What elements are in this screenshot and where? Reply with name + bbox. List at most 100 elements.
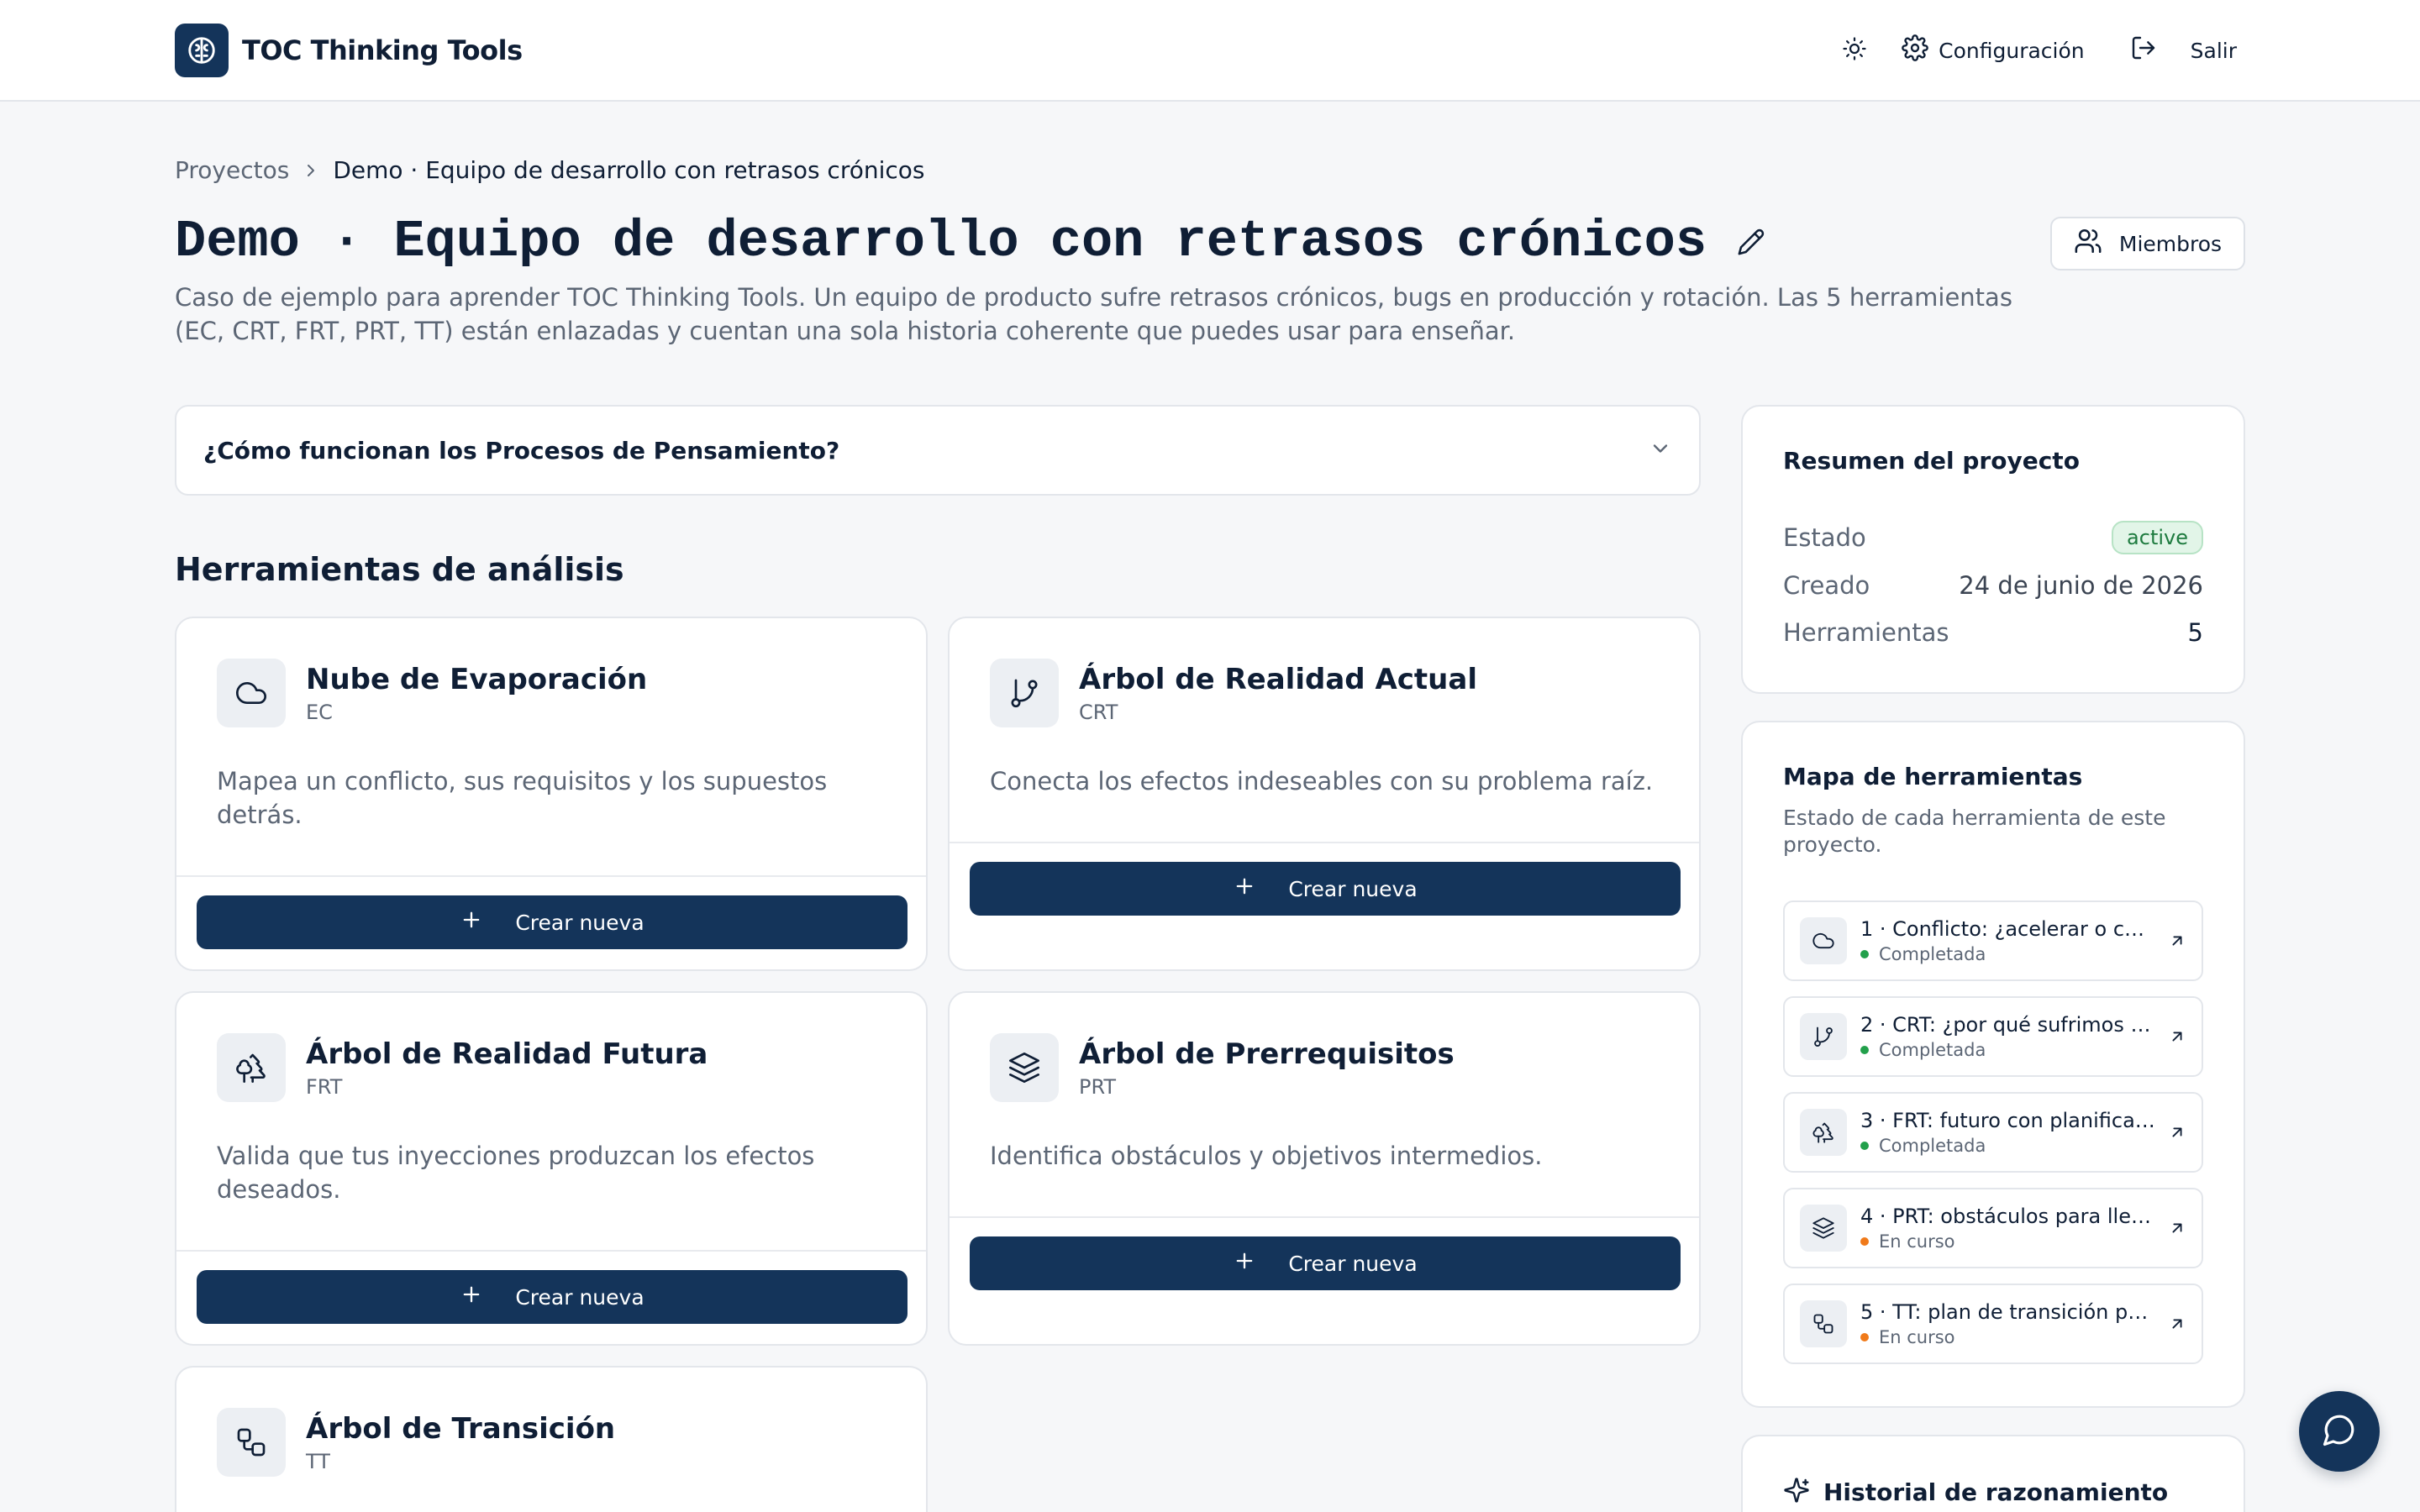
card-header: Árbol de Realidad Futura FRT — [217, 1033, 708, 1102]
chat-button[interactable] — [2299, 1391, 2380, 1472]
plus-icon — [1233, 874, 1256, 903]
how-it-works-accordion[interactable]: ¿Cómo funcionan los Procesos de Pensamie… — [175, 405, 1701, 496]
app-name: TOC Thinking Tools — [242, 34, 523, 66]
status-text: En curso — [1879, 1327, 1955, 1347]
create-new-button[interactable]: Crear nueva — [197, 1270, 908, 1324]
history-title: Historial de razonamiento — [1823, 1478, 2169, 1506]
status-dot — [1860, 950, 1869, 958]
tool-card-prt: Árbol de Prerrequisitos PRT Identifica o… — [948, 991, 1701, 1346]
tool-map-panel: Mapa de herramientas Estado de cada herr… — [1741, 721, 2245, 1408]
workflow-icon — [217, 1408, 286, 1477]
status-text: Completada — [1879, 1040, 1986, 1060]
breadcrumb-current: Demo · Equipo de desarrollo con retrasos… — [333, 156, 925, 184]
tools-count-label: Herramientas — [1783, 618, 1949, 647]
create-new-label: Crear nueva — [515, 910, 644, 935]
tool-map-item-title: 2 · CRT: ¿por qué sufrimos re... — [1860, 1013, 2156, 1037]
plus-icon — [460, 908, 483, 937]
tool-card-tt: Árbol de Transición TT — [175, 1366, 928, 1512]
tool-map-item-title: 5 · TT: plan de transición par... — [1860, 1300, 2156, 1324]
arrow-up-right-icon — [2168, 1027, 2186, 1046]
tools-count-value: 5 — [2187, 618, 2203, 647]
status-badge: active — [2112, 521, 2203, 554]
trees-icon — [1800, 1109, 1847, 1156]
arrow-up-right-icon — [2168, 1219, 2186, 1237]
trees-icon — [217, 1033, 286, 1102]
tool-map-item-status: Completada — [1860, 1040, 2168, 1060]
logout-icon — [2130, 34, 2157, 66]
tool-code: EC — [306, 701, 333, 724]
tool-description: Identifica obstáculos y objetivos interm… — [990, 1142, 1543, 1170]
cloud-icon — [1800, 917, 1847, 964]
tool-code: TT — [306, 1450, 330, 1473]
create-new-button[interactable]: Crear nueva — [970, 1236, 1681, 1290]
plus-icon — [460, 1283, 483, 1311]
create-new-label: Crear nueva — [515, 1284, 644, 1310]
breadcrumb: Proyectos Demo · Equipo de desarrollo co… — [175, 156, 925, 184]
tool-map-item[interactable]: 5 · TT: plan de transición par... En cur… — [1783, 1284, 2203, 1364]
status-dot — [1860, 1237, 1869, 1246]
pencil-icon[interactable] — [1737, 228, 1765, 256]
brand[interactable]: TOC Thinking Tools — [175, 24, 523, 77]
arrow-up-right-icon — [2168, 932, 2186, 950]
tool-code: FRT — [306, 1075, 343, 1099]
tool-name: Nube de Evaporación — [306, 663, 648, 696]
logout-label: Salir — [2190, 38, 2237, 63]
cloud-icon — [217, 659, 286, 727]
tool-name: Árbol de Transición — [306, 1412, 616, 1446]
tool-card-frt: Árbol de Realidad Futura FRT Valida que … — [175, 991, 928, 1346]
summary-tools-row: Herramientas 5 — [1783, 618, 2203, 647]
git-branch-icon — [1800, 1013, 1847, 1060]
users-icon — [2074, 227, 2102, 260]
settings-label: Configuración — [1939, 38, 2085, 63]
page-title: Demo · Equipo de desarrollo con retrasos… — [175, 212, 1765, 271]
brain-icon — [175, 24, 229, 77]
tool-map-item-status: Completada — [1860, 1136, 2168, 1156]
top-nav: Configuración Salir — [1831, 25, 2237, 76]
card-divider — [950, 1216, 1699, 1218]
page-title-text: Demo · Equipo de desarrollo con retrasos… — [175, 212, 1707, 271]
tool-map-subtitle: Estado de cada herramienta de este proye… — [1783, 806, 2166, 857]
create-new-label: Crear nueva — [1288, 1251, 1418, 1276]
tool-card-ec: Nube de Evaporación EC Mapea un conflict… — [175, 617, 928, 971]
create-new-button[interactable]: Crear nueva — [197, 895, 908, 949]
top-bar: TOC Thinking Tools Configuración Salir — [0, 0, 2420, 102]
tool-code: PRT — [1079, 1075, 1117, 1099]
tool-map-item-title: 4 · PRT: obstáculos para llega... — [1860, 1205, 2156, 1228]
card-header: Árbol de Realidad Actual CRT — [990, 659, 1477, 727]
git-branch-icon — [990, 659, 1059, 727]
tool-map-item[interactable]: 4 · PRT: obstáculos para llega... En cur… — [1783, 1188, 2203, 1268]
card-header: Árbol de Prerrequisitos PRT — [990, 1033, 1455, 1102]
history-header: Historial de razonamiento — [1783, 1477, 2168, 1507]
arrow-up-right-icon — [2168, 1315, 2186, 1333]
tool-card-crt: Árbol de Realidad Actual CRT Conecta los… — [948, 617, 1701, 971]
layers-icon — [990, 1033, 1059, 1102]
layers-icon — [1800, 1205, 1847, 1252]
tool-map-item-status: En curso — [1860, 1327, 2168, 1347]
tool-map-item[interactable]: 2 · CRT: ¿por qué sufrimos re... Complet… — [1783, 996, 2203, 1077]
tool-map-item[interactable]: 1 · Conflicto: ¿acelerar o cuid... Compl… — [1783, 900, 2203, 981]
page-description: Caso de ejemplo para aprender TOC Thinki… — [175, 283, 2012, 345]
tool-name: Árbol de Realidad Futura — [306, 1037, 708, 1071]
theme-toggle-button[interactable] — [1831, 27, 1878, 74]
members-button[interactable]: Miembros — [2050, 217, 2245, 270]
workflow-icon — [1800, 1300, 1847, 1347]
tools-section-title: Herramientas de análisis — [175, 551, 624, 588]
create-new-button[interactable]: Crear nueva — [970, 862, 1681, 916]
create-new-label: Crear nueva — [1288, 876, 1418, 901]
logout-link[interactable]: Salir — [2130, 27, 2237, 74]
tool-name: Árbol de Prerrequisitos — [1079, 1037, 1455, 1071]
created-value: 24 de junio de 2026 — [1959, 571, 2203, 600]
card-header: Nube de Evaporación EC — [217, 659, 647, 727]
tool-name: Árbol de Realidad Actual — [1079, 663, 1477, 696]
tool-map-title: Mapa de herramientas — [1783, 763, 2083, 790]
members-label: Miembros — [2118, 231, 2223, 256]
gear-icon — [1902, 34, 1928, 66]
breadcrumb-projects-link[interactable]: Proyectos — [175, 156, 289, 184]
tool-map-item-status: En curso — [1860, 1231, 2168, 1252]
tool-map-item-status: Completada — [1860, 944, 2168, 964]
arrow-up-right-icon — [2168, 1123, 2186, 1142]
settings-link[interactable]: Configuración — [1902, 27, 2085, 74]
tool-description: Conecta los efectos indeseables con su p… — [990, 767, 1654, 795]
sparkles-icon — [1783, 1477, 1810, 1507]
tool-map-item[interactable]: 3 · FRT: futuro con planificaci... Compl… — [1783, 1092, 2203, 1173]
